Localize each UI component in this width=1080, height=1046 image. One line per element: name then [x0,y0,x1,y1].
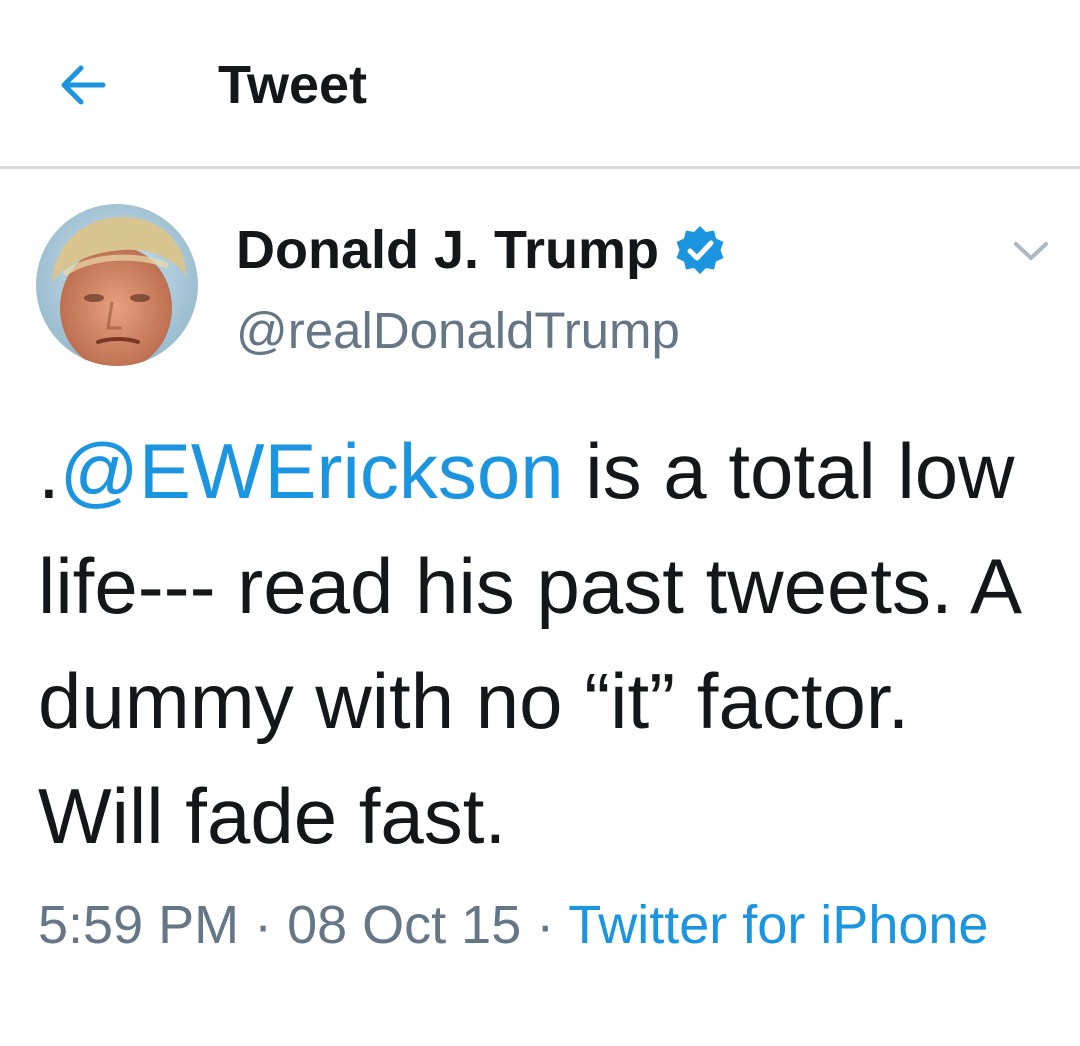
author-display-name[interactable]: Donald J. Trump [236,215,659,285]
meta-separator: · [239,895,288,955]
author-handle[interactable]: @realDonaldTrump [236,298,680,364]
tweet-date: 08 Oct 15 [287,895,522,955]
tweet-time: 5:59 PM [38,895,240,955]
chevron-down-icon [1014,242,1048,260]
tweet-source-link[interactable]: Twitter for iPhone [568,895,988,955]
mention-link[interactable]: @EWErickson [60,427,564,515]
tweet-menu-button[interactable] [1008,228,1054,274]
page-title: Tweet [218,55,368,115]
tweet-text: .@EWErickson is a total low life--- read… [38,414,1048,874]
tweet-metadata: 5:59 PM · 08 Oct 15 · Twitter for iPhone [38,886,1048,964]
tweet-text-prefix: . [38,427,60,515]
avatar[interactable] [36,204,198,366]
back-button[interactable] [50,52,116,118]
top-app-bar: Tweet [0,0,1080,169]
arrow-left-icon [61,65,106,105]
author-name-row[interactable]: Donald J. Trump [236,215,727,285]
verified-badge-icon [676,226,724,274]
meta-separator: · [521,895,569,955]
